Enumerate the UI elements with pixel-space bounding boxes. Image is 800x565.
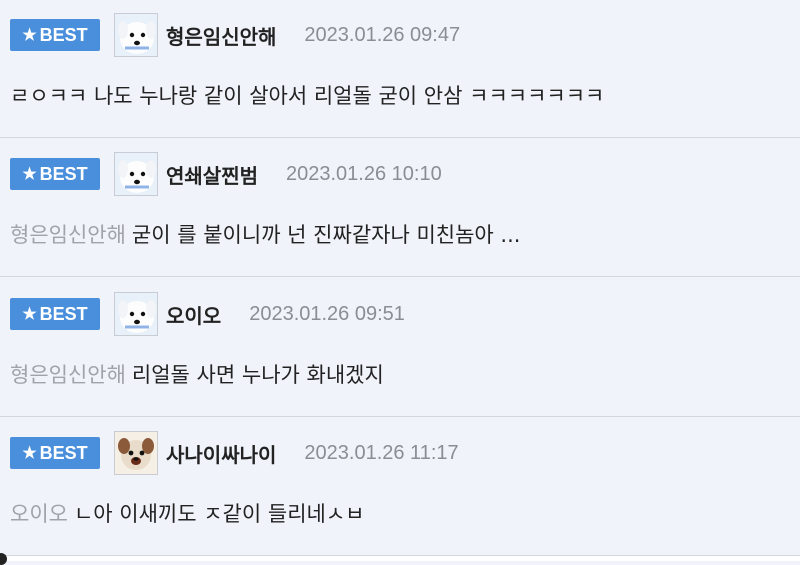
best-badge: ★ BEST [10, 437, 100, 469]
comment-text: ㄹㅇㅋㅋ 나도 누나랑 같이 살아서 리얼돌 굳이 안삼 ㅋㅋㅋㅋㅋㅋㅋ [10, 84, 605, 108]
comment-text: 굳이 를 붙이니까 넌 진짜같자나 미친놈아 ... [131, 223, 521, 247]
comment-text: ㄴ아 이새끼도 ㅈ같이 들리네ㅅㅂ [73, 502, 365, 526]
timestamp: 2023.01.26 10:10 [286, 162, 442, 185]
dog-avatar[interactable] [114, 292, 158, 336]
comment-header: ★ BEST 사나이싸나이 2023.01.26 11:17 [10, 431, 459, 475]
star-icon: ★ [22, 306, 37, 323]
comment-header: ★ BEST 형은임신안해 2023.01.26 09:47 [10, 13, 460, 57]
username[interactable]: 형은임신안해 [166, 21, 276, 50]
best-label: BEST [39, 303, 88, 324]
puppy-face-avatar[interactable] [114, 431, 158, 475]
timestamp: 2023.01.26 09:51 [249, 302, 405, 325]
best-badge: ★ BEST [10, 19, 100, 51]
timestamp: 2023.01.26 09:47 [304, 23, 461, 46]
timestamp: 2023.01.26 11:17 [304, 441, 459, 464]
best-badge: ★ BEST [10, 298, 100, 330]
username[interactable]: 사나이싸나이 [166, 439, 276, 468]
dog-avatar[interactable] [114, 13, 158, 57]
scroll-indicator [0, 553, 7, 565]
comment-header: ★ BEST 오이오 2023.01.26 09:51 [10, 292, 405, 336]
comment-item: ★ BEST 오이오 2023.01.26 09:51 형은임신안해 리얼돌 사면 … [0, 279, 800, 417]
comment-text: 리얼돌 사면 누나가 화내겠지 [131, 363, 384, 387]
comment-body: 오이오 ㄴ아 이새끼도 ㅈ같이 들리네ㅅㅂ [10, 498, 364, 528]
reply-mention[interactable]: 오이오 [10, 502, 68, 526]
reply-mention[interactable]: 형은임신안해 [10, 223, 126, 247]
comment-body: ㄹㅇㅋㅋ 나도 누나랑 같이 살아서 리얼돌 굳이 안삼 ㅋㅋㅋㅋㅋㅋㅋ [10, 80, 604, 110]
best-badge: ★ BEST [10, 158, 100, 190]
comment-item: ★ BEST 형은임신안해 2023.01.26 09:47 ㄹㅇㅋㅋ 나도 누나… [0, 0, 800, 138]
comment-body: 형은임신안해 리얼돌 사면 누나가 화내겠지 [10, 359, 384, 389]
comment-item: ★ BEST 연쇄살찐범 2023.01.26 10:10 형은임신안해 굳이 를 … [0, 139, 800, 277]
best-label: BEST [39, 442, 88, 463]
comment-body: 형은임신안해 굳이 를 붙이니까 넌 진짜같자나 미친놈아 ... [10, 219, 520, 249]
star-icon: ★ [22, 445, 37, 462]
bottom-bar [0, 556, 800, 561]
username[interactable]: 연쇄살찐범 [166, 160, 258, 189]
comment-item: ★ BEST 사나이싸나이 2023.01.26 11:17 오이오 ㄴ아 이새끼도… [0, 418, 800, 556]
best-label: BEST [39, 24, 88, 45]
reply-mention[interactable]: 형은임신안해 [10, 363, 126, 387]
dog-avatar[interactable] [114, 152, 158, 196]
comment-header: ★ BEST 연쇄살찐범 2023.01.26 10:10 [10, 152, 442, 196]
star-icon: ★ [22, 166, 37, 183]
username[interactable]: 오이오 [166, 300, 221, 329]
star-icon: ★ [22, 27, 37, 44]
best-label: BEST [39, 163, 88, 184]
